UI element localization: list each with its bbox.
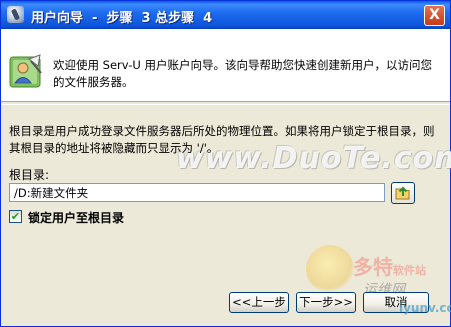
- browse-folder-button[interactable]: [391, 182, 415, 204]
- wizard-icon: [7, 6, 24, 23]
- watermark-brand-sub: 软件站: [393, 264, 426, 277]
- user-wizard-icon: [9, 53, 43, 89]
- root-dir-description: 根目录是用户成功登录文件服务器后所处的物理位置。如果将用户锁定于根目录，则其根目…: [9, 124, 435, 155]
- folder-browse-icon: [395, 186, 410, 200]
- lock-user-checkbox[interactable]: ✔: [9, 210, 22, 223]
- next-button[interactable]: 下一步>>: [296, 292, 356, 313]
- title-bar[interactable]: 用户向导 - 步骤 3 总步骤 4 X: [1, 1, 450, 29]
- root-dir-input[interactable]: [9, 183, 385, 202]
- header-divider: [1, 101, 450, 105]
- header-text: 欢迎使用 Serv-U 用户账户向导。该向导帮助您快速创建新用户，以访问您的文件…: [53, 58, 432, 89]
- lock-user-label: 锁定用户至根目录: [28, 211, 125, 225]
- root-dir-label: 根目录:: [9, 168, 50, 182]
- watermark-logo: [306, 245, 354, 293]
- watermark-brand-name: 多特: [353, 255, 393, 279]
- wizard-window: 用户向导 - 步骤 3 总步骤 4 X 欢迎使用 Serv-U 用户账户向导。该…: [0, 0, 451, 327]
- watermark-brand: 多特软件站: [353, 251, 426, 280]
- watermark-url: iyunv.com: [399, 301, 451, 315]
- close-button[interactable]: X: [424, 5, 445, 26]
- window-title: 用户向导 - 步骤 3 总步骤 4: [31, 11, 213, 26]
- back-button[interactable]: <<上一步: [229, 292, 289, 313]
